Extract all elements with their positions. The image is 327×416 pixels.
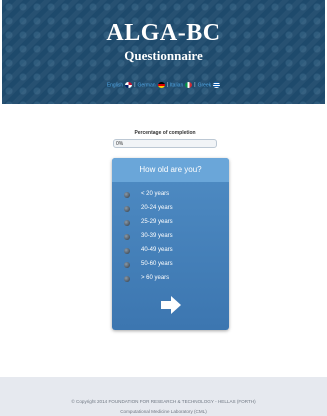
answer-option[interactable]: 40-49 years [124,247,224,257]
language-separator: | [134,82,136,89]
lab-name: Computational Medicine Laboratory (CML) [120,409,207,414]
language-link-greek[interactable]: Greek [198,82,221,88]
question-header: How old are you? [112,158,229,182]
greece-flag-icon [213,82,221,88]
language-separator: | [194,82,196,89]
answer-option-label: 20-24 years [141,205,173,211]
uk-flag-icon [125,82,133,88]
italy-flag-icon [185,82,193,88]
answer-option-label: 50-60 years [141,261,173,267]
next-button[interactable] [160,296,182,314]
radio-button[interactable] [124,192,130,198]
radio-button[interactable] [124,206,130,212]
app-subtitle: Questionnaire [124,48,203,63]
answer-option[interactable]: > 60 years [124,275,224,285]
answer-option[interactable]: 50-60 years [124,261,224,271]
answer-option[interactable]: 20-24 years [124,205,224,215]
app-title: ALGA-BC [106,20,221,46]
radio-button[interactable] [124,234,130,240]
language-selector: English | German | Italian | Greek [2,82,325,88]
answer-option[interactable]: 25-29 years [124,219,224,229]
progress-bar: 0% [113,139,217,148]
question-text: How old are you? [139,165,202,174]
progress-label: Percentage of completion [134,130,196,136]
answer-option-label: 40-49 years [141,247,173,253]
answer-option-label: 25-29 years [141,219,173,225]
answer-option[interactable]: 30-39 years [124,233,224,243]
answer-option-label: < 20 years [141,191,170,197]
radio-button[interactable] [124,276,130,282]
language-label: German [137,82,156,89]
germany-flag-icon [157,82,165,88]
language-separator: | [166,82,168,89]
footer: © Copyright 2014 FOUNDATION FOR RESEARCH… [0,377,327,416]
header-banner: ALGA-BC Questionnaire English | German | Ita… [2,0,325,104]
language-label: Greek [197,82,212,89]
language-label: Italian [169,82,184,89]
progress-value: 0% [116,141,124,147]
right-arrow-icon [161,296,181,314]
language-link-italian[interactable]: Italian [169,82,193,89]
radio-button[interactable] [124,220,130,226]
radio-button[interactable] [124,262,130,268]
language-link-german[interactable]: German [138,82,165,88]
answer-option-label: 30-39 years [141,233,173,239]
answer-option[interactable]: < 20 years [124,191,224,201]
radio-button[interactable] [124,248,130,254]
answer-option-label: > 60 years [141,275,170,281]
question-card: How old are you? < 20 years 20-24 years … [112,158,229,330]
language-label: English [106,82,124,89]
copyright-text: © Copyright 2014 FOUNDATION FOR RESEARCH… [71,399,256,404]
language-link-english[interactable]: English [106,82,133,89]
